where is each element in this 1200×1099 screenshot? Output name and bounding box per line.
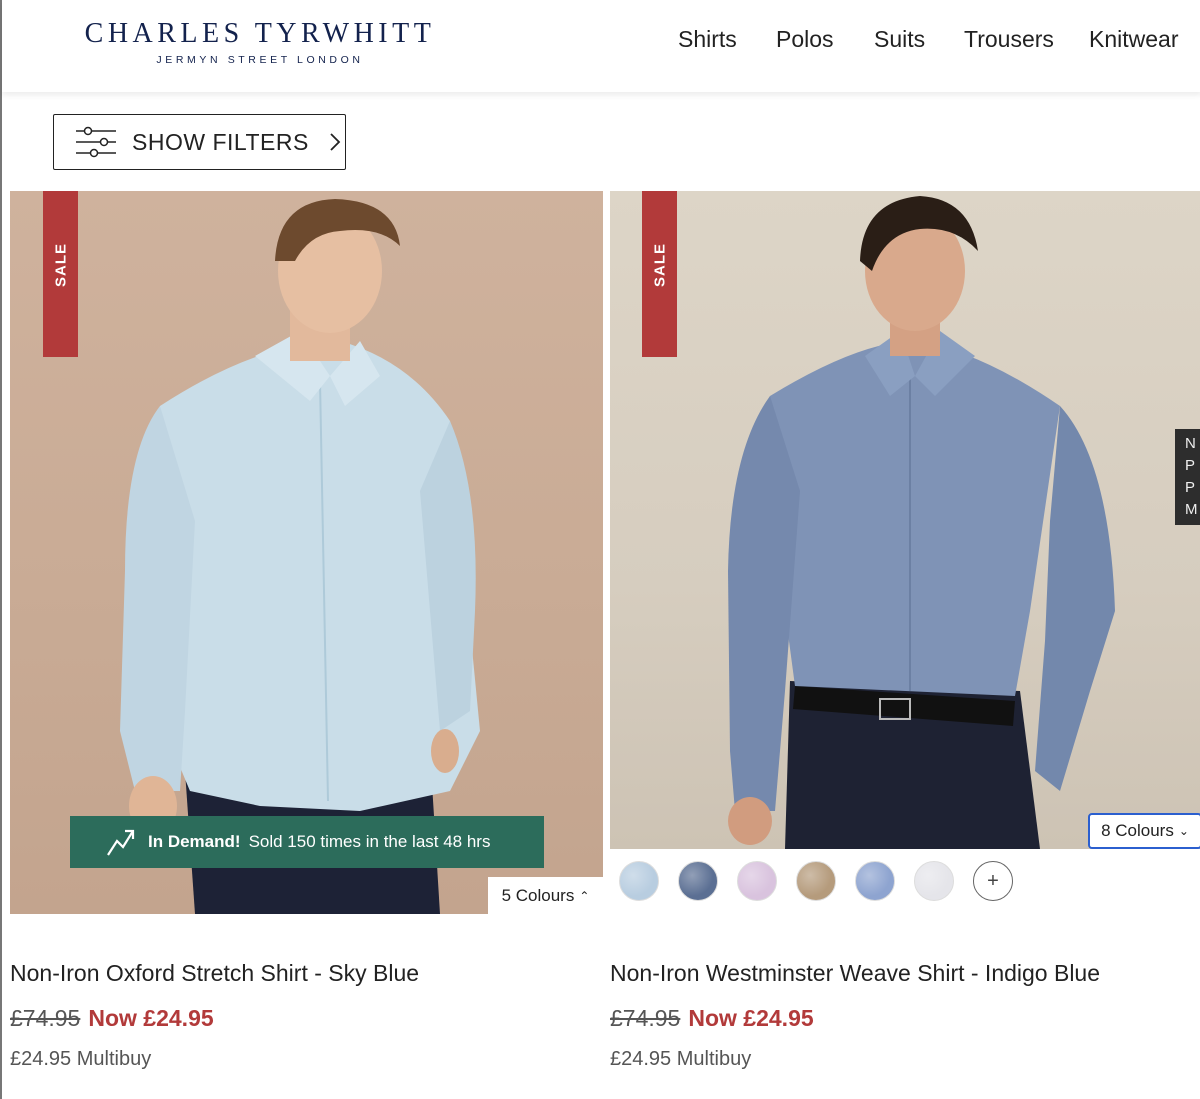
product-price: £74.95 Now £24.95 xyxy=(10,1005,214,1032)
in-demand-text: Sold 150 times in the last 48 hrs xyxy=(248,832,491,851)
nav-item-shirts[interactable]: Shirts xyxy=(678,26,737,53)
site-header: CHARLES TYRWHITT JERMYN STREET LONDON Sh… xyxy=(2,0,1200,92)
colour-swatches: + xyxy=(619,861,1013,901)
side-tab-letter: P xyxy=(1185,479,1196,496)
sale-badge: SALE xyxy=(642,191,677,357)
in-demand-title: In Demand! xyxy=(148,832,241,851)
logo-wordmark: CHARLES TYRWHITT xyxy=(84,18,436,49)
product-name[interactable]: Non-Iron Westminster Weave Shirt - Indig… xyxy=(610,960,1100,987)
sale-badge-label: SALE xyxy=(651,242,668,288)
sale-badge: SALE xyxy=(43,191,78,357)
multibuy-price: £24.95 Multibuy xyxy=(610,1048,752,1070)
product-name[interactable]: Non-Iron Oxford Stretch Shirt - Sky Blue xyxy=(10,960,419,987)
side-tab-letter: N xyxy=(1185,435,1196,452)
product-listing-page: CHARLES TYRWHITT JERMYN STREET LONDON Sh… xyxy=(0,0,1200,1099)
colour-swatch[interactable] xyxy=(914,861,954,901)
nav-item-knitwear[interactable]: Knitwear xyxy=(1089,26,1178,53)
chevron-up-icon: ⌃ xyxy=(579,888,590,903)
in-demand-banner: In Demand! Sold 150 times in the last 48… xyxy=(70,816,544,868)
colour-swatch[interactable] xyxy=(619,861,659,901)
now-price: Now £24.95 xyxy=(88,1005,214,1031)
nav-item-polos[interactable]: Polos xyxy=(776,26,834,53)
colour-swatch[interactable] xyxy=(737,861,777,901)
product-image-westminster-indigo[interactable]: SALE 8 Colours ⌄ xyxy=(610,191,1200,849)
nav-item-trousers[interactable]: Trousers xyxy=(964,26,1054,53)
side-tab-letter: P xyxy=(1185,457,1196,474)
was-price: £74.95 xyxy=(10,1005,81,1031)
brand-logo[interactable]: CHARLES TYRWHITT JERMYN STREET LONDON xyxy=(68,18,452,66)
colour-swatch[interactable] xyxy=(855,861,895,901)
model-photo xyxy=(728,196,1115,849)
show-filters-label: SHOW FILTERS xyxy=(132,128,309,155)
more-colours-button[interactable]: + xyxy=(973,861,1013,901)
colours-toggle[interactable]: 8 Colours ⌄ xyxy=(1088,813,1200,849)
now-price: Now £24.95 xyxy=(688,1005,814,1031)
nav-item-suits[interactable]: Suits xyxy=(874,26,925,53)
logo-tagline: JERMYN STREET LONDON xyxy=(156,54,364,66)
sliders-icon xyxy=(76,126,116,158)
was-price: £74.95 xyxy=(610,1005,681,1031)
chevron-down-icon: ⌄ xyxy=(1178,824,1189,838)
side-tab-letter: M xyxy=(1185,501,1198,518)
colours-toggle-label: 8 Colours xyxy=(1101,821,1174,840)
colour-swatch[interactable] xyxy=(796,861,836,901)
product-price: £74.95 Now £24.95 xyxy=(610,1005,814,1032)
side-feedback-tab[interactable]: N P P M xyxy=(1175,429,1200,525)
chevron-right-icon xyxy=(330,133,341,151)
show-filters-button[interactable]: SHOW FILTERS xyxy=(53,114,346,170)
colour-swatch[interactable] xyxy=(678,861,718,901)
colours-toggle[interactable]: 5 Colours ⌃ xyxy=(488,877,603,914)
sale-badge-label: SALE xyxy=(52,242,69,288)
multibuy-price: £24.95 Multibuy xyxy=(10,1048,152,1070)
colours-toggle-label: 5 Colours xyxy=(501,885,575,905)
trending-up-icon xyxy=(107,829,135,856)
product-image-oxford-sky-blue[interactable]: SALE In Demand! Sold 150 times in the la… xyxy=(10,191,603,914)
model-photo xyxy=(120,199,480,914)
